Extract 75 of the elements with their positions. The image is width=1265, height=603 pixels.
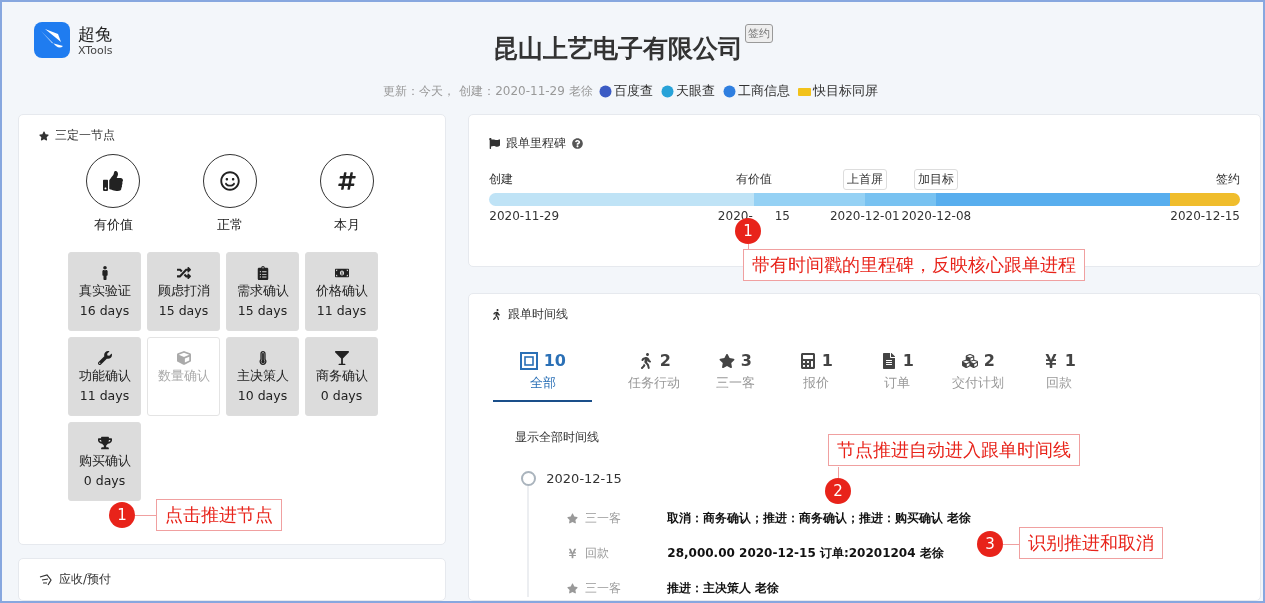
star-icon	[567, 583, 579, 594]
entry-text: 28,000.00 2020-12-15 订单:20201204 老徐	[667, 545, 944, 562]
node-button[interactable]: 商务确认 0 days	[305, 337, 378, 416]
milestone-date: 2020-12-01	[829, 209, 900, 225]
flag-icon	[489, 138, 501, 149]
timeline-dot	[521, 471, 537, 486]
summary-label: 有价值	[93, 216, 133, 234]
brand-name: 超兔	[78, 23, 113, 44]
card-title: 三定一节点	[55, 127, 115, 144]
callout-label: 节点推进自动进入跟单时间线	[828, 434, 1080, 466]
wrench-icon	[97, 351, 112, 365]
entry-type: 三一客	[585, 510, 623, 527]
timeline-date: 2020-12-15	[546, 471, 622, 486]
logo-icon	[34, 22, 70, 58]
entry-text: 取消：商务确认；推进：商务确认；推进：购买确认 老徐	[667, 510, 972, 527]
card-title: 跟单里程碑	[506, 135, 567, 152]
timeline-tab[interactable]: 2 交付计划	[938, 345, 1019, 402]
callout-label: 识别推进和取消	[1019, 527, 1163, 559]
thumbs-up-icon	[103, 171, 124, 191]
smiley-icon	[220, 171, 241, 191]
brand-subtitle: XTools	[78, 43, 113, 57]
milestone-label: 签约	[1216, 171, 1240, 188]
source-link[interactable]: 天眼查	[660, 82, 715, 100]
clipboard-icon	[255, 266, 270, 280]
cocktail-glass-icon	[334, 351, 349, 365]
timeline-tab[interactable]: 1 报价	[776, 345, 857, 402]
node-button[interactable]: 主决策人 10 days	[226, 337, 299, 416]
card-title: 跟单时间线	[508, 306, 569, 323]
yen-icon	[567, 548, 579, 559]
entry-type: 三一客	[585, 580, 623, 597]
node-button[interactable]: 购买确认 0 days	[68, 422, 141, 501]
update-info: 更新：今天， 创建：2020-11-29 老徐	[383, 82, 593, 100]
node-button[interactable]: 需求确认 15 days	[226, 252, 299, 331]
star-icon	[567, 513, 579, 524]
summary-label: 本月	[333, 216, 360, 234]
milestone-date: 15	[774, 209, 790, 225]
help-icon[interactable]	[572, 138, 584, 149]
document-icon	[880, 352, 897, 369]
cubes-icon	[961, 352, 978, 369]
source-link[interactable]: 快目标同屏	[797, 82, 878, 100]
entry-type: 回款	[585, 545, 611, 562]
milestone-date: 2020-12-15	[1170, 209, 1240, 225]
milestone-label: 有价值	[735, 171, 772, 188]
timeline-tab[interactable]: 1 订单	[857, 345, 938, 402]
milestone-label: 上首屏	[842, 169, 887, 190]
entry-text: 推进：主决策人 老徐	[667, 580, 780, 597]
square-icon	[519, 351, 538, 370]
source-link[interactable]: 百度查	[598, 82, 653, 100]
shuffle-icon	[176, 266, 191, 280]
banknote-icon	[334, 266, 349, 280]
milestone-date: 2020-12-08	[901, 209, 972, 225]
summary-label: 正常	[217, 216, 244, 234]
milestone-label: 创建	[489, 171, 514, 188]
star-icon	[39, 130, 49, 141]
callout-label: 点击推进节点	[156, 499, 282, 531]
company-title: 昆山上艺电子有限公司	[492, 33, 743, 65]
timeline-tab[interactable]: 2 任务行动	[614, 345, 695, 402]
source-link[interactable]: 工商信息	[722, 82, 790, 100]
timeline-tab[interactable]: 1 回款	[1019, 345, 1100, 402]
node-button[interactable]: 价格确认 11 days	[305, 252, 378, 331]
node-button[interactable]: 真实验证 16 days	[68, 252, 141, 331]
milestone-label: 加目标	[914, 169, 959, 190]
trophy-icon	[97, 436, 112, 450]
timeline-tab[interactable]: 10 全部	[493, 345, 593, 402]
milestone-date: 2020-11-29	[489, 209, 560, 225]
card-title: 应收/预付	[59, 571, 112, 588]
calculator-icon	[799, 352, 816, 369]
status-tag: 签约	[744, 24, 773, 43]
cube-icon	[176, 351, 191, 365]
node-button[interactable]: 顾虑打消 15 days	[147, 252, 220, 331]
walking-icon	[491, 309, 503, 320]
callout-label: 带有时间戳的里程碑，反映核心跟单进程	[743, 249, 1085, 281]
hashtag-icon	[336, 171, 357, 191]
node-button[interactable]: 功能确认 11 days	[68, 337, 141, 416]
star-icon	[718, 352, 735, 369]
